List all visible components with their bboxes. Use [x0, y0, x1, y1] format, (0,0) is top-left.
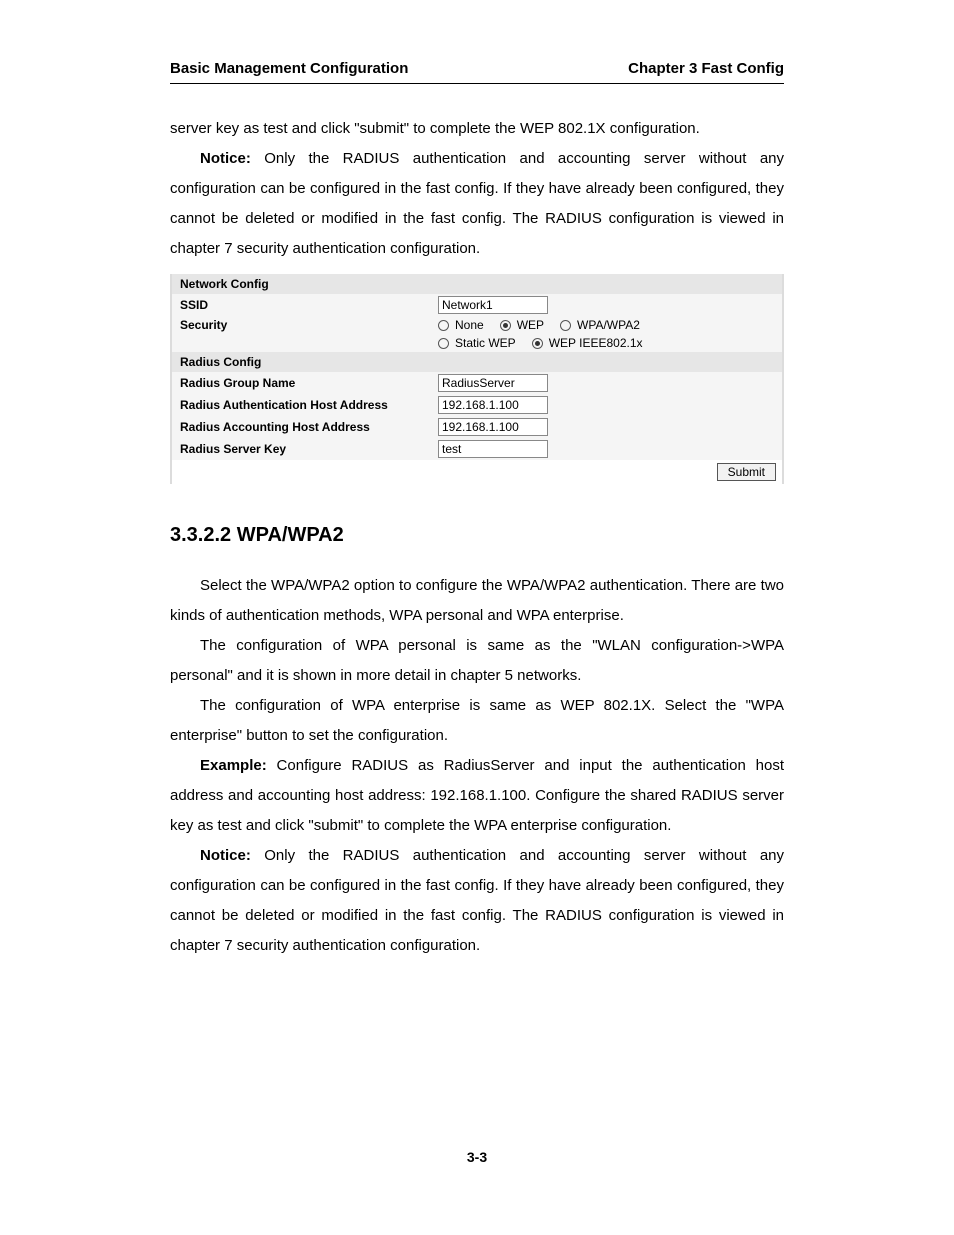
radio-none-label: None [455, 318, 484, 332]
config-panel-figure: Network Config SSID Security None WEP WP… [170, 274, 784, 484]
notice-text-2: Only the RADIUS authentication and accou… [170, 847, 784, 954]
radius-acct-row: Radius Accounting Host Address [172, 416, 782, 438]
radius-auth-input[interactable] [438, 396, 548, 414]
radius-group-row: Radius Group Name [172, 372, 782, 394]
paragraph-2: The configuration of WPA personal is sam… [170, 631, 784, 691]
paragraph-4: Example: Configure RADIUS as RadiusServe… [170, 751, 784, 841]
radius-acct-input[interactable] [438, 418, 548, 436]
submit-row: Submit [172, 460, 782, 484]
radius-config-title: Radius Config [172, 352, 782, 372]
radius-auth-row: Radius Authentication Host Address [172, 394, 782, 416]
page-number: 3-3 [0, 1149, 954, 1165]
security-radio-group-1: None WEP WPA/WPA2 [438, 318, 640, 332]
radius-group-input[interactable] [438, 374, 548, 392]
radio-wep-label: WEP [517, 318, 544, 332]
ssid-row: SSID [172, 294, 782, 316]
radio-wep-8021x-label: WEP IEEE802.1x [549, 336, 643, 350]
radius-key-row: Radius Server Key [172, 438, 782, 460]
section-heading: 3.3.2.2 WPA/WPA2 [170, 524, 784, 547]
paragraph-3: The configuration of WPA enterprise is s… [170, 691, 784, 751]
radius-key-label: Radius Server Key [180, 442, 438, 456]
intro-paragraph: server key as test and click "submit" to… [170, 114, 784, 144]
radio-wep-8021x[interactable] [532, 338, 543, 349]
network-config-title: Network Config [172, 274, 782, 294]
notice-label-2: Notice: [200, 847, 251, 864]
header-left: Basic Management Configuration [170, 60, 408, 77]
example-label: Example: [200, 757, 267, 774]
radio-none[interactable] [438, 320, 449, 331]
header-right: Chapter 3 Fast Config [628, 60, 784, 77]
radius-auth-label: Radius Authentication Host Address [180, 398, 438, 412]
radius-acct-label: Radius Accounting Host Address [180, 420, 438, 434]
security-sub-row: Static WEP WEP IEEE802.1x [172, 334, 782, 352]
radius-group-label: Radius Group Name [180, 376, 438, 390]
paragraph-1: Select the WPA/WPA2 option to configure … [170, 571, 784, 631]
ssid-label: SSID [180, 298, 438, 312]
notice-paragraph-1: Notice: Only the RADIUS authentication a… [170, 144, 784, 264]
radio-static-wep[interactable] [438, 338, 449, 349]
notice-text: Only the RADIUS authentication and accou… [170, 150, 784, 257]
page-header: Basic Management Configuration Chapter 3… [170, 60, 784, 84]
notice-label: Notice: [200, 150, 251, 167]
security-label: Security [180, 318, 438, 332]
submit-button[interactable]: Submit [717, 463, 776, 481]
radio-wpa-label: WPA/WPA2 [577, 318, 640, 332]
paragraph-5: Notice: Only the RADIUS authentication a… [170, 841, 784, 961]
security-row: Security None WEP WPA/WPA2 [172, 316, 782, 334]
radio-wpa[interactable] [560, 320, 571, 331]
radio-static-wep-label: Static WEP [455, 336, 516, 350]
radio-wep[interactable] [500, 320, 511, 331]
security-radio-group-2: Static WEP WEP IEEE802.1x [438, 336, 643, 350]
ssid-input[interactable] [438, 296, 548, 314]
radius-key-input[interactable] [438, 440, 548, 458]
